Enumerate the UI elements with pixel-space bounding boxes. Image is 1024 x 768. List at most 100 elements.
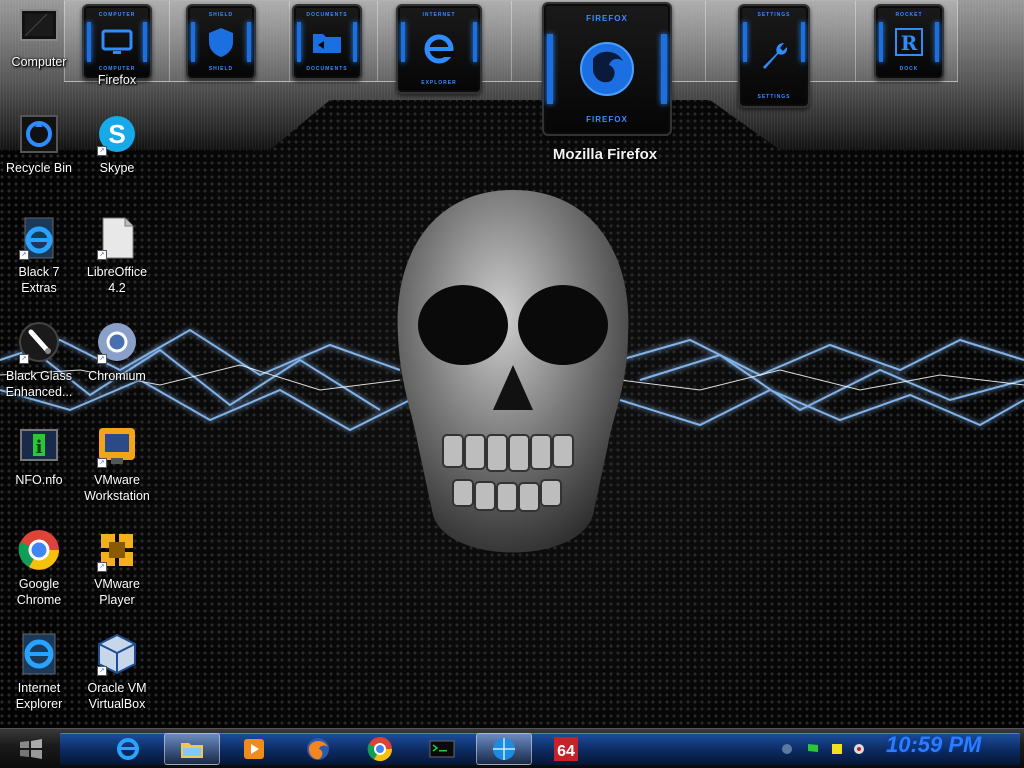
vmware-workstation-icon: ↗ — [95, 424, 139, 468]
tray-flag-icon[interactable] — [806, 742, 820, 756]
dock-item-caption: INTERNET — [422, 12, 456, 18]
dock-item-caption: COMPUTER — [98, 12, 136, 18]
terminal-icon — [429, 740, 455, 758]
dock-item-settings[interactable]: SETTINGS SETTINGS — [738, 4, 810, 108]
dock-item-rocketdock[interactable]: ROCKET R DOCK — [874, 4, 944, 80]
dock-item-subcaption: DOCK — [899, 66, 919, 72]
taskbar-64bit-badge[interactable]: 64 — [538, 733, 594, 765]
dock-separator — [855, 1, 856, 81]
taskbar-chrome[interactable] — [352, 733, 408, 765]
dock-item-firefox[interactable]: FIREFOX FIREFOX — [542, 2, 672, 136]
dock-item-caption: DOCUMENTS — [306, 12, 348, 18]
svg-text:R: R — [901, 31, 918, 55]
taskbar-media-player[interactable] — [226, 733, 282, 765]
desktop-icon-label: Black Glass Enhanced... — [5, 369, 73, 399]
desktop-icon-vmware-player[interactable]: ↗ VMware Player — [78, 528, 156, 608]
shortcut-arrow-icon: ↗ — [97, 250, 107, 260]
dock-separator — [289, 1, 290, 81]
desktop-icon-virtualbox[interactable]: ↗ Oracle VM VirtualBox — [78, 632, 156, 712]
dock-item-internet-explorer[interactable]: INTERNET EXPLORER — [396, 4, 482, 94]
dock-item-caption: FIREFOX — [586, 14, 628, 23]
skype-icon: S ↗ — [95, 112, 139, 156]
dock-item-subcaption: SETTINGS — [757, 94, 791, 100]
shortcut-arrow-icon: ↗ — [97, 146, 107, 156]
desktop-icon-vmware-workstation[interactable]: ↗ VMware Workstation — [78, 424, 156, 504]
dock-separator — [169, 1, 170, 81]
tray-network-icon[interactable] — [780, 742, 794, 756]
windows-logo-icon — [20, 739, 42, 759]
skull-decoration — [397, 190, 629, 553]
folder-icon — [313, 34, 341, 53]
shortcut-arrow-icon: ↗ — [97, 354, 107, 364]
info-icon: i — [17, 424, 61, 468]
taskbar-internet-explorer[interactable] — [100, 733, 156, 765]
dock-item-caption: SHIELD — [208, 12, 234, 18]
brush-icon: ↗ — [17, 320, 61, 364]
chromium-icon: ↗ — [95, 320, 139, 364]
monitor-icon — [101, 29, 133, 54]
firefox-icon — [580, 42, 634, 96]
firefox-icon — [307, 738, 329, 760]
taskbar-clock[interactable]: 10:59 PM — [886, 732, 1016, 760]
dock-item-caption: ROCKET — [895, 12, 923, 18]
svg-text:S: S — [108, 119, 125, 149]
dock-item-subcaption: FIREFOX — [586, 115, 628, 124]
desktop-icon-firefox[interactable]: Firefox — [78, 60, 156, 90]
desktop-icon-skype[interactable]: S ↗ Skype — [78, 112, 156, 176]
virtualbox-icon: ↗ — [95, 632, 139, 676]
svg-text:64: 64 — [557, 743, 575, 760]
globe-icon — [493, 738, 515, 760]
desktop-icon-chromium[interactable]: ↗ Chromium — [78, 320, 156, 384]
desktop-icon-nfo[interactable]: i NFO.nfo — [0, 424, 78, 488]
badge-64-icon: 64 — [554, 737, 578, 761]
svg-text:i: i — [36, 437, 43, 458]
desktop-icon-label: Black 7 Extras — [18, 265, 60, 295]
taskbar-firefox[interactable] — [290, 733, 346, 765]
tray-volume-icon[interactable] — [852, 742, 866, 756]
desktop-icon-google-chrome[interactable]: Google Chrome — [0, 528, 78, 608]
internet-explorer-icon — [17, 632, 61, 676]
taskbar-globe-app[interactable] — [476, 733, 532, 765]
desktop-icon-label: Recycle Bin — [6, 161, 72, 175]
desktop-icon-label: VMware Workstation — [84, 473, 150, 503]
dock-separator — [377, 1, 378, 81]
shortcut-arrow-icon: ↗ — [19, 250, 29, 260]
start-button[interactable] — [6, 733, 56, 765]
recycle-bin-icon — [17, 112, 61, 156]
shortcut-arrow-icon: ↗ — [97, 562, 107, 572]
desktop-icon-black7-extras[interactable]: ↗ Black 7 Extras — [0, 216, 78, 296]
wrench-icon — [763, 43, 788, 69]
tray-battery-icon[interactable] — [830, 742, 844, 756]
dock-item-documents[interactable]: DOCUMENTS DOCUMENTS — [292, 4, 362, 80]
desktop-icon-internet-explorer[interactable]: Internet Explorer — [0, 632, 78, 712]
shield-icon — [209, 28, 233, 57]
taskbar-terminal[interactable] — [414, 733, 470, 765]
dock-separator — [511, 1, 512, 81]
taskbar-file-explorer[interactable] — [164, 733, 220, 765]
desktop-icon-label: Skype — [99, 161, 135, 175]
media-player-icon — [244, 739, 264, 759]
chrome-icon — [367, 737, 392, 762]
chrome-icon — [17, 528, 61, 572]
rocketdock-icon: R — [895, 28, 923, 56]
internet-explorer-icon: ↗ — [17, 216, 61, 260]
shortcut-arrow-icon: ↗ — [97, 458, 107, 468]
desktop-icon-label: NFO.nfo — [15, 473, 63, 487]
desktop-icon-black-glass[interactable]: ↗ Black Glass Enhanced... — [0, 320, 78, 400]
dock-item-shield[interactable]: SHIELD SHIELD — [186, 4, 256, 80]
desktop-icon-computer[interactable]: Computer — [0, 6, 78, 70]
desktop-icon-recycle-bin[interactable]: Recycle Bin — [0, 112, 78, 176]
dock-item-subcaption: DOCUMENTS — [306, 66, 348, 72]
desktop-icon-label: Oracle VM VirtualBox — [87, 681, 147, 711]
dock-item-subcaption: SHIELD — [208, 66, 234, 72]
libreoffice-icon: ↗ — [95, 216, 139, 260]
shortcut-arrow-icon: ↗ — [19, 354, 29, 364]
internet-explorer-icon — [117, 738, 139, 760]
desktop-icon-libreoffice[interactable]: ↗ LibreOffice 4.2 — [78, 216, 156, 296]
desktop-icon-label: Google Chrome — [16, 577, 62, 607]
computer-icon — [17, 6, 61, 50]
desktop-icon-label: Chromium — [88, 369, 146, 383]
taskbar: 64 — [0, 728, 1024, 768]
dock-hover-label: Mozilla Firefox — [552, 146, 658, 163]
desktop-icon-label: Computer — [11, 55, 67, 69]
